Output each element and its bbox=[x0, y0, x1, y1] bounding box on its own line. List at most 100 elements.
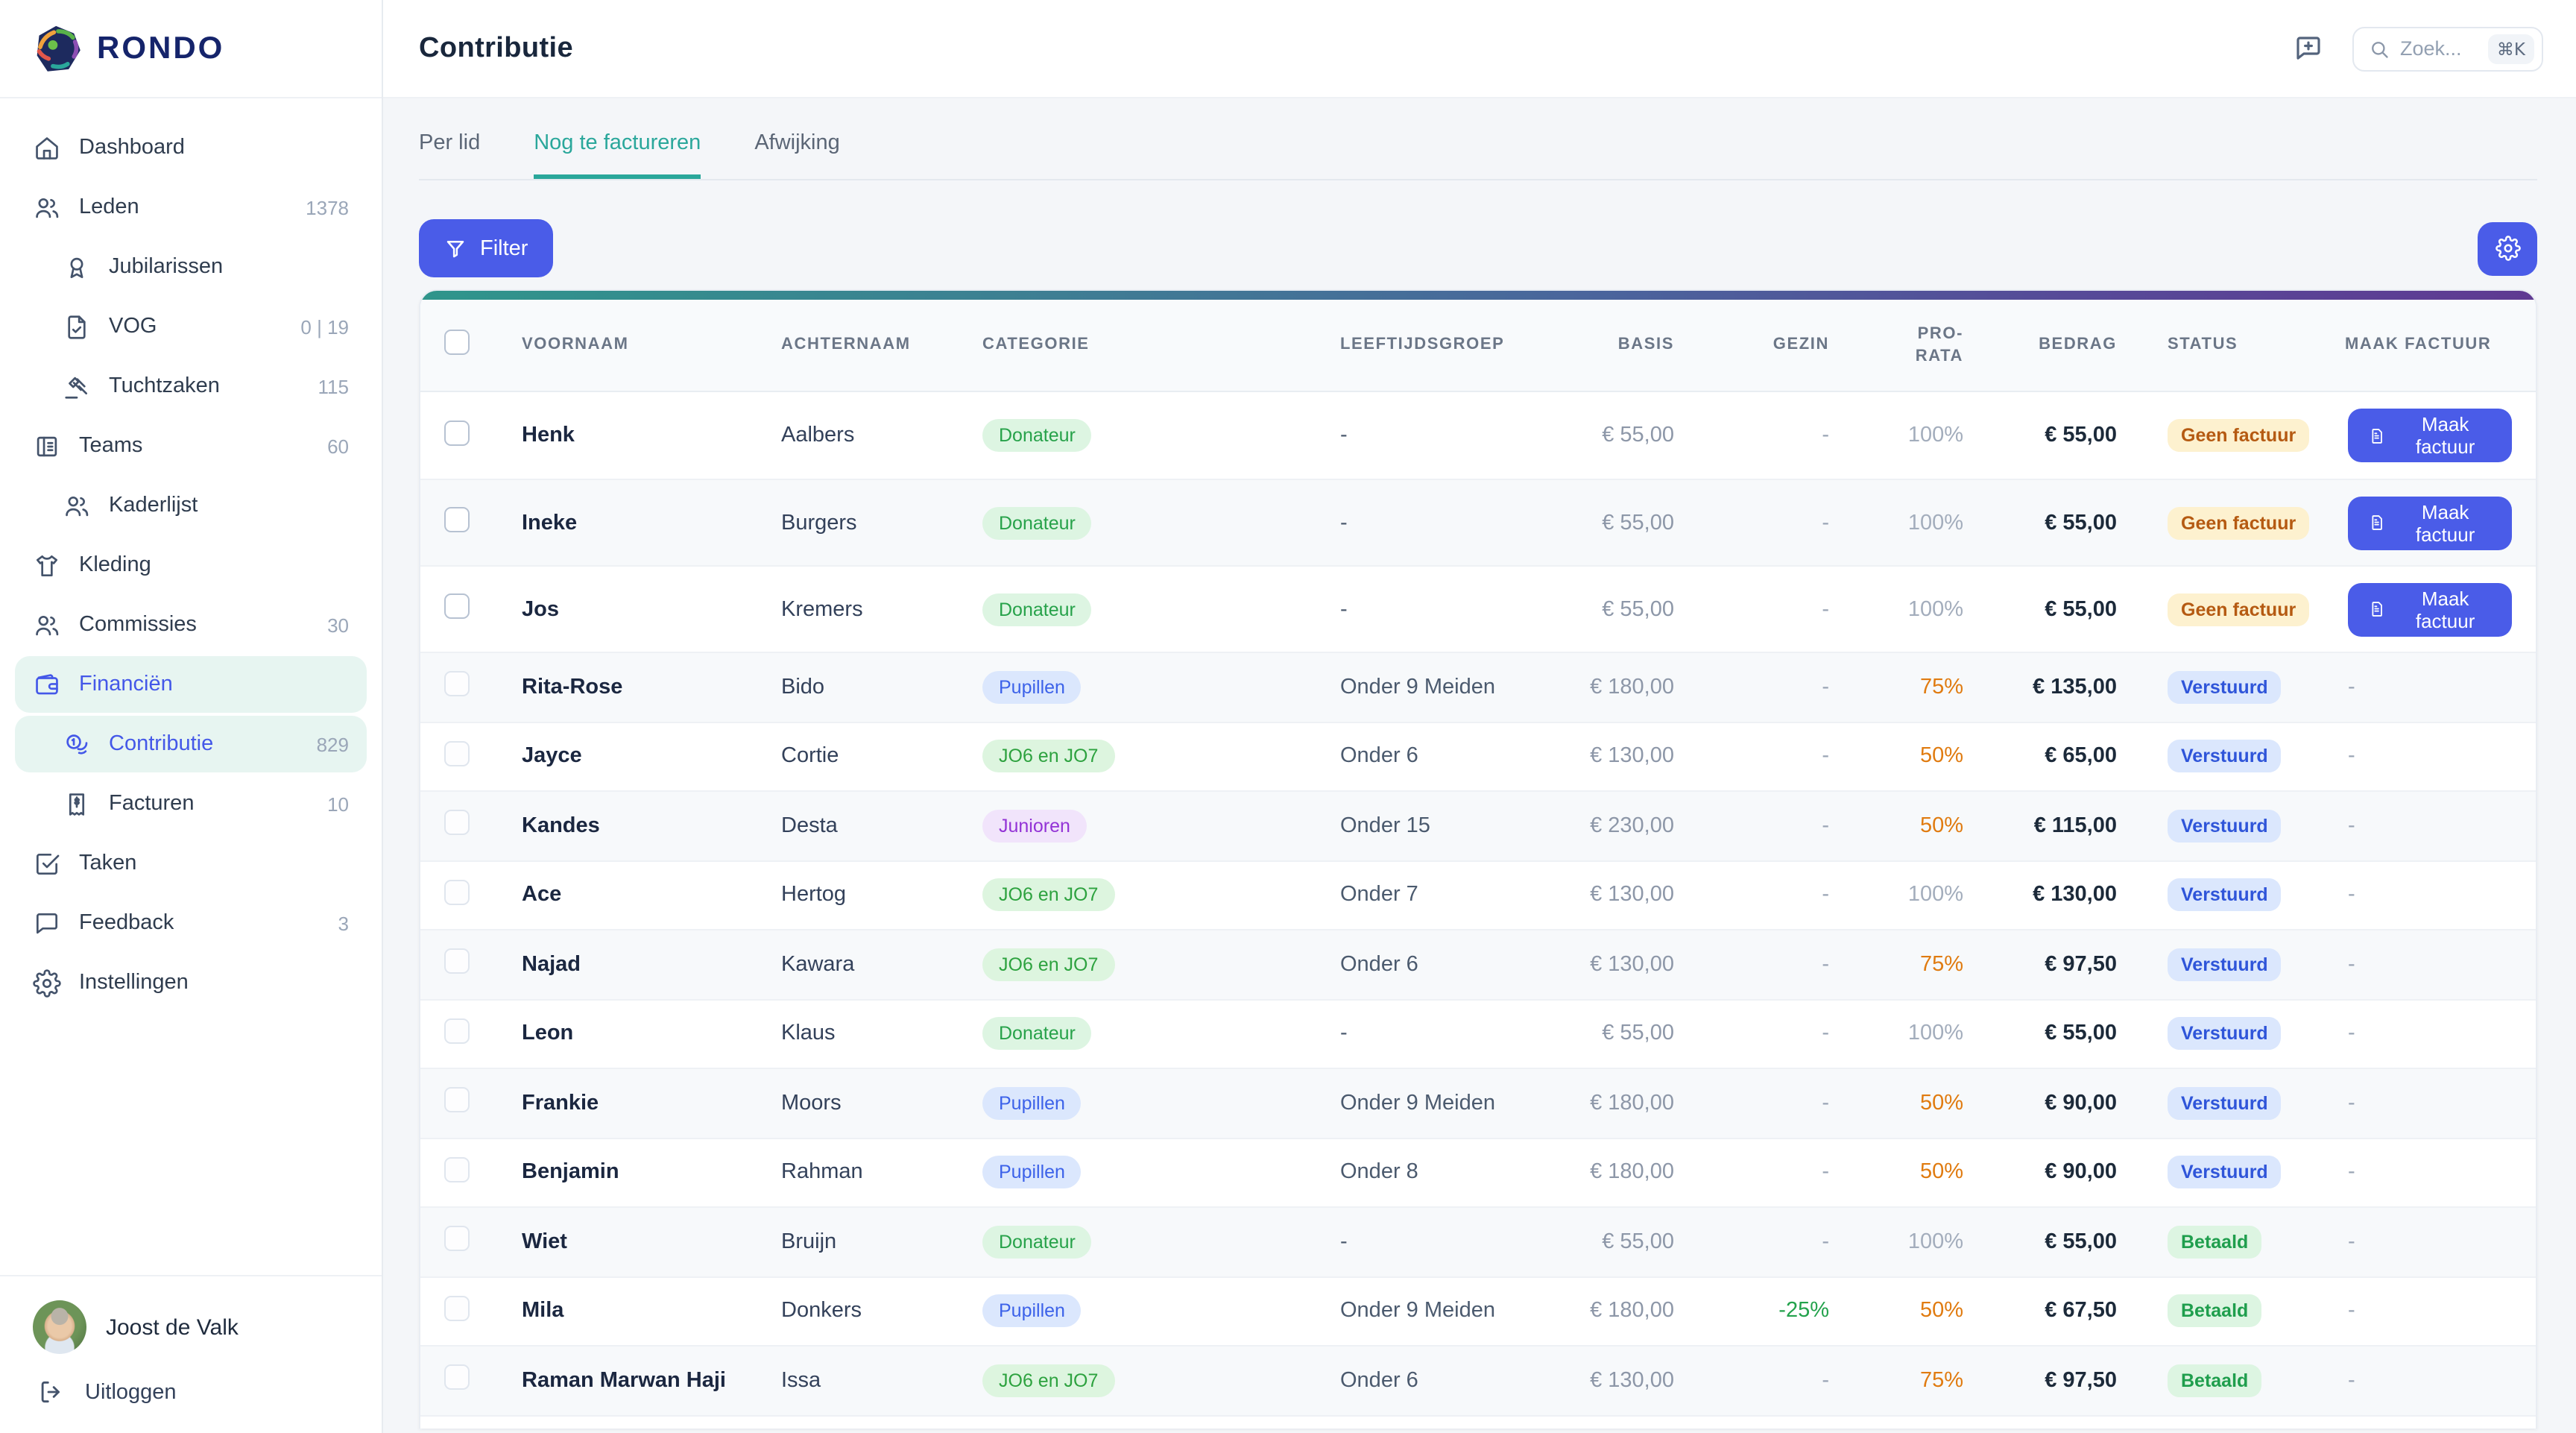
sidebar-item-kaderlijst[interactable]: Kaderlijst bbox=[15, 477, 367, 534]
cell-voornaam: Wiet bbox=[522, 1230, 781, 1254]
gear-icon bbox=[33, 969, 61, 997]
app-window: RONDO Dashboard Leden 1378 JubilarissenVOG0… bbox=[0, 0, 2576, 1433]
tab-per-lid[interactable]: Per lid bbox=[419, 131, 480, 179]
cell-basis: € 180,00 bbox=[1534, 1161, 1674, 1185]
maak-factuur-button[interactable]: Maak factuur bbox=[2348, 496, 2512, 549]
table-row: Rita-Rose Bido Pupillen Onder 9 Meiden €… bbox=[420, 652, 2536, 721]
sidebar-item-count: 115 bbox=[318, 375, 349, 397]
sidebar-item-commissies[interactable]: Commissies30 bbox=[15, 596, 367, 653]
sidebar-item-kleding[interactable]: Kleding bbox=[15, 537, 367, 593]
cell-gezin: - bbox=[1674, 1369, 1829, 1393]
sidebar-item-vog[interactable]: VOG0 | 19 bbox=[15, 298, 367, 355]
rondo-logo-icon bbox=[33, 23, 83, 74]
col-basis: Basis bbox=[1534, 334, 1674, 356]
check-square-icon bbox=[33, 849, 61, 878]
tab-bar: Per lid Nog te factureren Afwijking bbox=[419, 98, 2537, 180]
cell-basis: € 55,00 bbox=[1534, 423, 1674, 447]
cell-prorata: 50% bbox=[1829, 1161, 1963, 1185]
sidebar-item-count: 1378 bbox=[306, 196, 349, 218]
sidebar-item-count: 30 bbox=[327, 614, 349, 636]
sidebar-item-dashboard[interactable]: Dashboard bbox=[15, 119, 367, 176]
sidebar-item-teams[interactable]: Teams60 bbox=[15, 418, 367, 474]
logout-button[interactable]: Uitloggen bbox=[33, 1378, 349, 1406]
sidebar-item-label: Leden bbox=[79, 195, 139, 219]
sidebar-item-contributie[interactable]: Contributie829 bbox=[15, 716, 367, 772]
category-badge: JO6 en JO7 bbox=[982, 740, 1114, 773]
sidebar-item-financi-n[interactable]: Financiën bbox=[15, 656, 367, 713]
row-checkbox[interactable] bbox=[444, 880, 470, 905]
cell-leeftijdsgroep: Onder 9 Meiden bbox=[1340, 675, 1534, 699]
row-checkbox[interactable] bbox=[444, 672, 470, 697]
row-checkbox[interactable] bbox=[444, 507, 470, 532]
cell-bedrag: € 97,50 bbox=[1963, 953, 2117, 977]
row-checkbox[interactable] bbox=[444, 593, 470, 619]
cell-leeftijdsgroep: Onder 9 Meiden bbox=[1340, 1092, 1534, 1115]
col-prorata: Pro-rata bbox=[1829, 323, 1963, 367]
table-row: Jayce Cortie JO6 en JO7 Onder 6 € 130,00… bbox=[420, 721, 2536, 790]
cell-gezin: - bbox=[1674, 1022, 1829, 1046]
cell-basis: € 130,00 bbox=[1534, 884, 1674, 907]
table-row: Leon Klaus Donateur - € 55,00 - 100% € 5… bbox=[420, 998, 2536, 1068]
contribution-table: Voornaam Achternaam Categorie Leeftijdsg… bbox=[419, 289, 2537, 1429]
row-checkbox[interactable] bbox=[444, 1365, 470, 1391]
feedback-message-plus-icon[interactable] bbox=[2293, 31, 2329, 66]
status-badge: Verstuurd bbox=[2168, 740, 2282, 773]
row-checkbox[interactable] bbox=[444, 1157, 470, 1182]
row-checkbox[interactable] bbox=[444, 1296, 470, 1321]
cell-action: - bbox=[2345, 1369, 2512, 1393]
cell-leeftijdsgroep: - bbox=[1340, 1022, 1534, 1046]
row-checkbox[interactable] bbox=[444, 810, 470, 836]
select-all-checkbox[interactable] bbox=[444, 329, 470, 354]
maak-factuur-button[interactable]: Maak factuur bbox=[2348, 582, 2512, 636]
tab-nog-te-factureren[interactable]: Nog te factureren bbox=[534, 131, 701, 179]
sidebar-item-feedback[interactable]: Feedback3 bbox=[15, 895, 367, 951]
cell-gezin: - bbox=[1674, 511, 1829, 535]
sidebar-item-facturen[interactable]: Facturen10 bbox=[15, 775, 367, 832]
maak-factuur-button[interactable]: Maak factuur bbox=[2348, 409, 2512, 462]
cell-prorata: 100% bbox=[1829, 1022, 1963, 1046]
cell-achternaam: Rahman bbox=[781, 1161, 982, 1185]
sidebar-item-jubilarissen[interactable]: Jubilarissen bbox=[15, 239, 367, 295]
sidebar-item-taken[interactable]: Taken bbox=[15, 835, 367, 892]
cell-basis: € 55,00 bbox=[1534, 511, 1674, 535]
cell-bedrag: € 55,00 bbox=[1963, 511, 2117, 535]
sidebar-item-label: Financiën bbox=[79, 673, 173, 696]
row-checkbox[interactable] bbox=[444, 949, 470, 974]
table-row: Wiet Bruijn Donateur - € 55,00 - 100% € … bbox=[420, 1206, 2536, 1276]
table-row: Mila Donkers Pupillen Onder 9 Meiden € 1… bbox=[420, 1276, 2536, 1345]
cell-basis: € 180,00 bbox=[1534, 1300, 1674, 1323]
sidebar-item-leden[interactable]: Leden 1378 bbox=[15, 179, 367, 236]
category-badge: Donateur bbox=[982, 593, 1092, 626]
category-badge: Pupillen bbox=[982, 1295, 1082, 1328]
sidebar-item-instellingen[interactable]: Instellingen bbox=[15, 954, 367, 1011]
cell-bedrag: € 67,50 bbox=[1963, 1300, 2117, 1323]
row-checkbox[interactable] bbox=[444, 1226, 470, 1252]
cell-action: - bbox=[2345, 675, 2512, 699]
cell-bedrag: € 135,00 bbox=[1963, 675, 2117, 699]
sidebar-item-tuchtzaken[interactable]: Tuchtzaken115 bbox=[15, 358, 367, 415]
table-row: Frankie Moors Pupillen Onder 9 Meiden € … bbox=[420, 1068, 2536, 1137]
row-checkbox[interactable] bbox=[444, 1018, 470, 1044]
user-profile[interactable]: Joost de Valk bbox=[33, 1300, 349, 1354]
cell-achternaam: Aalbers bbox=[781, 423, 982, 447]
cell-voornaam: Rita-Rose bbox=[522, 675, 781, 699]
status-badge: Verstuurd bbox=[2168, 671, 2282, 704]
cell-prorata: 50% bbox=[1829, 814, 1963, 838]
cell-achternaam: Kawara bbox=[781, 953, 982, 977]
users-icon bbox=[63, 491, 91, 520]
cell-achternaam: Desta bbox=[781, 814, 982, 838]
category-badge: Pupillen bbox=[982, 1087, 1082, 1120]
row-checkbox[interactable] bbox=[444, 1088, 470, 1113]
cell-leeftijdsgroep: Onder 6 bbox=[1340, 745, 1534, 769]
row-checkbox[interactable] bbox=[444, 420, 470, 445]
search-input[interactable]: Zoek... ⌘K bbox=[2352, 26, 2543, 71]
cell-action: - bbox=[2345, 1092, 2512, 1115]
table-settings-button[interactable] bbox=[2478, 221, 2537, 275]
filter-button[interactable]: Filter bbox=[419, 219, 553, 277]
row-checkbox[interactable] bbox=[444, 741, 470, 766]
cell-bedrag: € 55,00 bbox=[1963, 423, 2117, 447]
logo[interactable]: RONDO bbox=[0, 0, 382, 98]
tab-afwijking[interactable]: Afwijking bbox=[754, 131, 839, 179]
cell-leeftijdsgroep: Onder 7 bbox=[1340, 884, 1534, 907]
cell-action: Maak factuur bbox=[2345, 409, 2512, 462]
